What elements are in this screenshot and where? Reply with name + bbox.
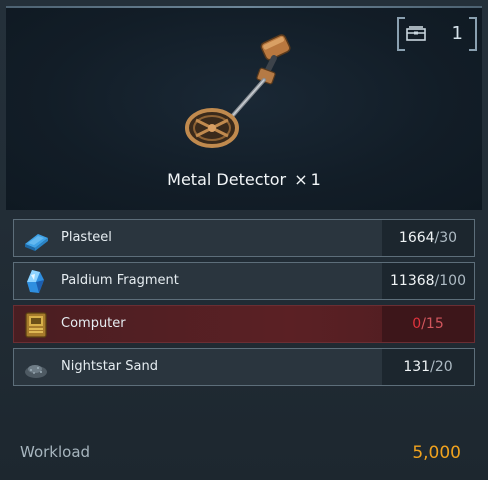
material-amount: 11368/100: [382, 263, 474, 299]
material-row-nightstar-sand: Nightstar Sand 131/20: [13, 348, 475, 386]
multiplier-symbol: ×: [294, 170, 308, 189]
material-amount: 0/15: [382, 306, 474, 342]
material-need: 100: [439, 273, 466, 289]
material-amount: 131/20: [382, 349, 474, 385]
badge-bracket-right: [469, 17, 477, 51]
owned-count-badge: 1: [397, 17, 477, 51]
material-name: Plasteel: [61, 230, 112, 245]
material-name: Computer: [61, 316, 126, 331]
material-have: 131: [403, 359, 431, 375]
computer-chip-icon: [25, 312, 47, 338]
item-title: Metal Detector × 1: [0, 170, 488, 189]
material-have: 1664: [398, 230, 435, 246]
material-need: 15: [425, 316, 444, 332]
material-have: 0: [412, 316, 422, 332]
metal-detector-icon: [185, 34, 291, 148]
material-row-computer: Computer 0/15: [13, 305, 475, 343]
storage-box-icon: [406, 26, 426, 41]
material-amount: 1664/30: [382, 220, 474, 256]
sand-pile-icon: [25, 365, 47, 378]
item-quantity: 1: [310, 170, 321, 189]
material-need: 20: [434, 359, 453, 375]
plasteel-ingot-icon: [25, 234, 48, 251]
material-need: 30: [439, 230, 458, 246]
badge-bracket-left: [397, 17, 405, 51]
material-row-plasteel: Plasteel 1664/30: [13, 219, 475, 257]
paldium-crystal-icon: [27, 270, 44, 293]
material-have: 11368: [390, 273, 435, 289]
item-name: Metal Detector: [167, 170, 287, 189]
workload-value: 5,000: [412, 443, 461, 463]
workload-label: Workload: [20, 443, 91, 461]
material-name: Nightstar Sand: [61, 359, 158, 374]
material-list: Plasteel 1664/30 Paldium Fragment 11368/…: [13, 219, 475, 391]
material-row-paldium-fragment: Paldium Fragment 11368/100: [13, 262, 475, 300]
crafting-recipe-panel: 1 Metal Detector × 1 Plasteel 1664/30 Pa…: [0, 0, 488, 480]
owned-count: 1: [451, 23, 463, 44]
material-name: Paldium Fragment: [61, 273, 179, 288]
